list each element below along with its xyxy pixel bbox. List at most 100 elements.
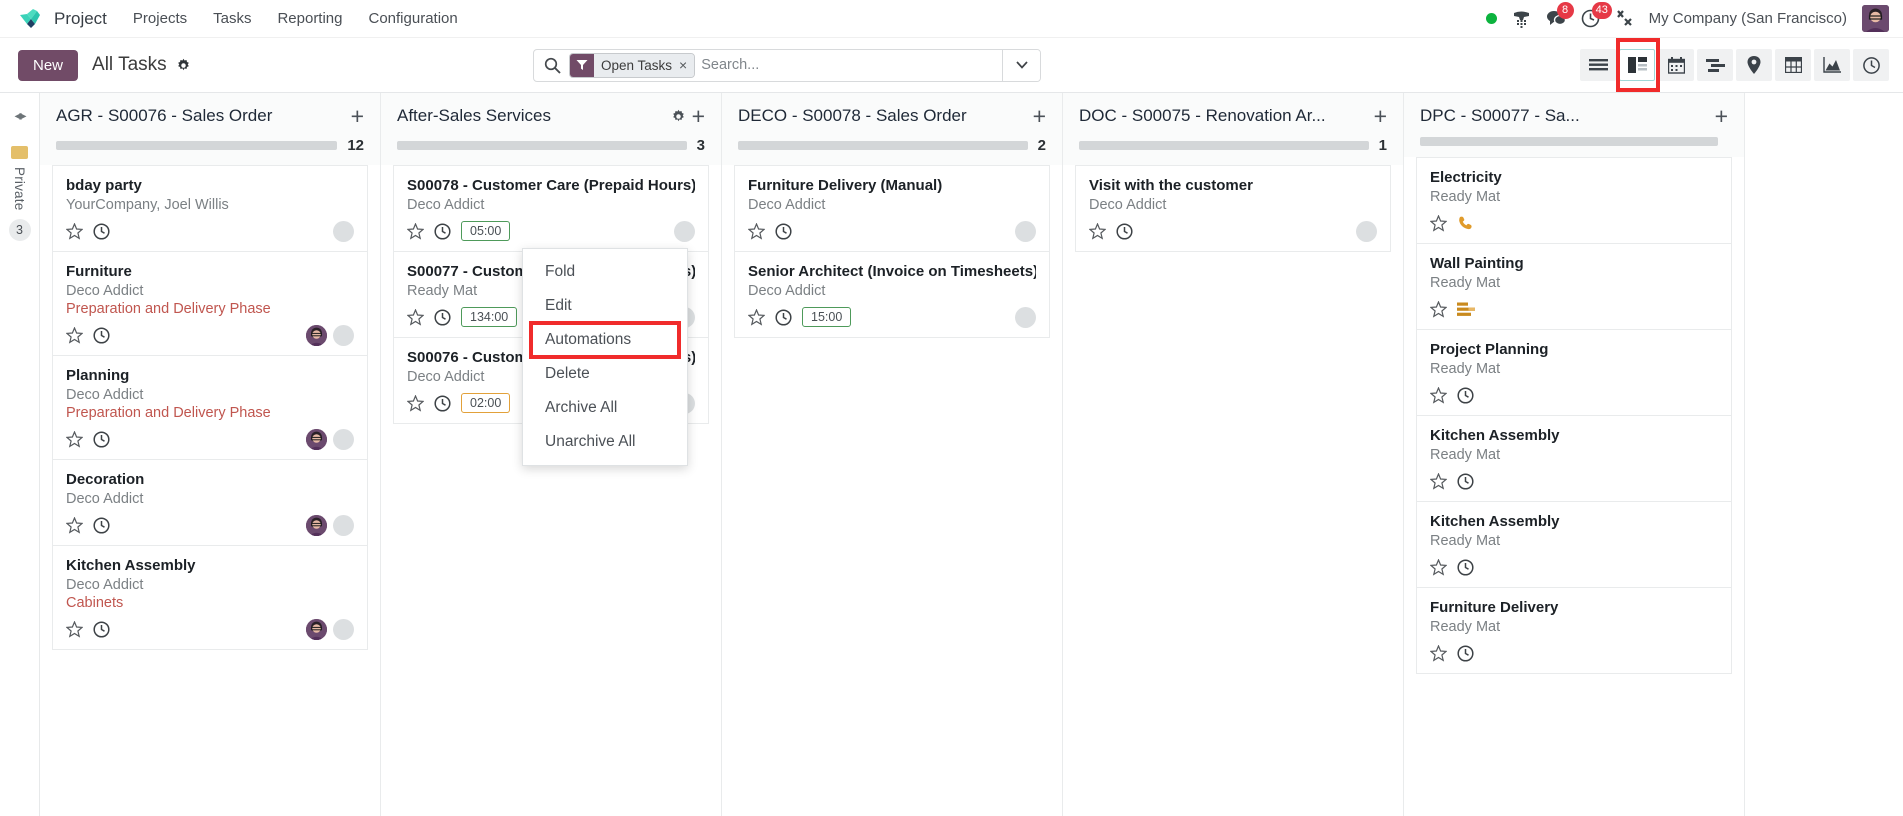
column-add-card-button[interactable]: + — [1033, 105, 1046, 128]
activity-clock-icon[interactable] — [434, 394, 451, 412]
star-icon[interactable] — [407, 222, 424, 240]
activity-clock-icon[interactable] — [1457, 386, 1474, 404]
company-selector[interactable]: My Company (San Francisco) — [1649, 10, 1847, 27]
kanban-card[interactable]: Senior Architect (Invoice on Timesheets)… — [734, 252, 1050, 338]
activity-clock-icon[interactable] — [775, 222, 792, 240]
kanban-card[interactable]: S00078 - Customer Care (Prepaid Hours) De… — [393, 165, 709, 252]
column-title[interactable]: DOC - S00075 - Renovation Ar... — [1079, 106, 1368, 126]
star-icon[interactable] — [407, 394, 424, 412]
activity-clock-icon[interactable] — [1457, 644, 1474, 662]
menu-item-archive-all[interactable]: Archive All — [523, 391, 687, 425]
star-icon[interactable] — [1089, 222, 1106, 240]
column-progress-bar[interactable] — [1420, 137, 1718, 146]
star-icon[interactable] — [748, 222, 765, 240]
search-facet-open-tasks[interactable]: Open Tasks × — [569, 52, 696, 78]
search-input[interactable] — [701, 57, 1002, 73]
kanban-card[interactable]: bday party YourCompany, Joel Willis — [52, 165, 368, 252]
kanban-card[interactable]: Kitchen Assembly Ready Mat — [1416, 416, 1732, 502]
assignee-avatar[interactable] — [306, 514, 327, 536]
column-title[interactable]: After-Sales Services — [397, 106, 665, 126]
menu-reporting[interactable]: Reporting — [277, 10, 342, 27]
unassigned-avatar[interactable] — [333, 514, 354, 536]
column-progress-bar[interactable] — [1079, 141, 1369, 150]
star-icon[interactable] — [1430, 386, 1447, 404]
app-name[interactable]: Project — [54, 9, 107, 29]
activity-clock-icon[interactable] — [775, 308, 792, 326]
activity-list-icon[interactable] — [1457, 302, 1475, 317]
unassigned-avatar[interactable] — [333, 618, 354, 640]
kanban-card[interactable]: Electricity Ready Mat — [1416, 157, 1732, 244]
view-kanban-button[interactable] — [1619, 49, 1655, 81]
star-icon[interactable] — [66, 326, 83, 344]
star-icon[interactable] — [66, 516, 83, 534]
searchbar[interactable]: Open Tasks × — [533, 48, 1041, 82]
activity-clock-icon[interactable] — [93, 222, 110, 240]
user-avatar[interactable] — [1862, 5, 1889, 32]
activity-clock-icon[interactable] — [93, 430, 110, 448]
star-icon[interactable] — [66, 620, 83, 638]
unassigned-avatar[interactable] — [1015, 306, 1036, 328]
activities-clock-icon[interactable]: 43 — [1581, 2, 1612, 28]
view-pivot-button[interactable] — [1775, 49, 1811, 81]
menu-item-fold[interactable]: Fold — [523, 255, 687, 289]
messages-icon[interactable]: 8 — [1546, 2, 1574, 28]
star-icon[interactable] — [748, 308, 765, 326]
column-add-card-button[interactable]: + — [1374, 105, 1387, 128]
gear-icon[interactable] — [176, 58, 191, 73]
unassigned-avatar[interactable] — [674, 220, 695, 242]
menu-tasks[interactable]: Tasks — [213, 10, 251, 27]
activity-clock-icon[interactable] — [1457, 472, 1474, 490]
view-graph-button[interactable] — [1814, 49, 1850, 81]
kanban-card[interactable]: Project Planning Ready Mat — [1416, 330, 1732, 416]
star-icon[interactable] — [1430, 644, 1447, 662]
menu-projects[interactable]: Projects — [133, 10, 187, 27]
column-progress-bar[interactable] — [738, 141, 1028, 150]
menu-item-unarchive-all[interactable]: Unarchive All — [523, 425, 687, 459]
star-icon[interactable] — [66, 222, 83, 240]
kanban-card[interactable]: Decoration Deco Addict — [52, 460, 368, 546]
view-gantt-button[interactable] — [1697, 49, 1733, 81]
dialpad-icon[interactable] — [1512, 9, 1531, 28]
view-map-button[interactable] — [1736, 49, 1772, 81]
kanban-card[interactable]: Kitchen Assembly Deco Addict Cabinets — [52, 546, 368, 650]
view-activity-button[interactable] — [1853, 49, 1889, 81]
unassigned-avatar[interactable] — [1015, 220, 1036, 242]
column-add-card-button[interactable]: + — [692, 105, 705, 128]
unassigned-avatar[interactable] — [1356, 220, 1377, 242]
activity-clock-icon[interactable] — [1457, 558, 1474, 576]
activity-clock-icon[interactable] — [93, 326, 110, 344]
activity-clock-icon[interactable] — [1116, 222, 1133, 240]
kanban-card[interactable]: Furniture Delivery (Manual) Deco Addict — [734, 165, 1050, 252]
kanban-card[interactable]: Wall Painting Ready Mat — [1416, 244, 1732, 330]
tools-wrench-icon[interactable] — [1615, 9, 1634, 28]
kanban-card[interactable]: Visit with the customer Deco Addict — [1075, 165, 1391, 252]
menu-item-delete[interactable]: Delete — [523, 357, 687, 391]
kanban-card[interactable]: Furniture Delivery Ready Mat — [1416, 588, 1732, 674]
kanban-card[interactable]: Furniture Deco Addict Preparation and Deli… — [52, 252, 368, 356]
search-dropdown-toggle-icon[interactable] — [1002, 49, 1040, 81]
activity-clock-icon[interactable] — [434, 222, 451, 240]
unassigned-avatar[interactable] — [333, 220, 354, 242]
assignee-avatar[interactable] — [306, 618, 327, 640]
activity-clock-icon[interactable] — [93, 516, 110, 534]
star-icon[interactable] — [407, 308, 424, 326]
assignee-avatar[interactable] — [306, 428, 327, 450]
unassigned-avatar[interactable] — [333, 428, 354, 450]
sidebar-item-private[interactable]: Private — [12, 167, 27, 210]
column-add-card-button[interactable]: + — [351, 105, 364, 128]
column-title[interactable]: AGR - S00076 - Sales Order — [56, 106, 345, 126]
view-calendar-button[interactable] — [1658, 49, 1694, 81]
star-icon[interactable] — [66, 430, 83, 448]
menu-item-edit[interactable]: Edit — [523, 289, 687, 323]
star-icon[interactable] — [1430, 558, 1447, 576]
activity-clock-icon[interactable] — [434, 308, 451, 326]
column-settings-gear-icon[interactable] — [671, 109, 686, 124]
sidebar-collapse-toggle[interactable]: ◂▸ — [14, 107, 26, 124]
view-list-button[interactable] — [1580, 49, 1616, 81]
star-icon[interactable] — [1430, 472, 1447, 490]
column-add-card-button[interactable]: + — [1715, 105, 1728, 128]
unassigned-avatar[interactable] — [333, 324, 354, 346]
column-progress-bar[interactable] — [56, 141, 338, 150]
column-progress-bar[interactable] — [397, 141, 687, 150]
activity-clock-icon[interactable] — [93, 620, 110, 638]
